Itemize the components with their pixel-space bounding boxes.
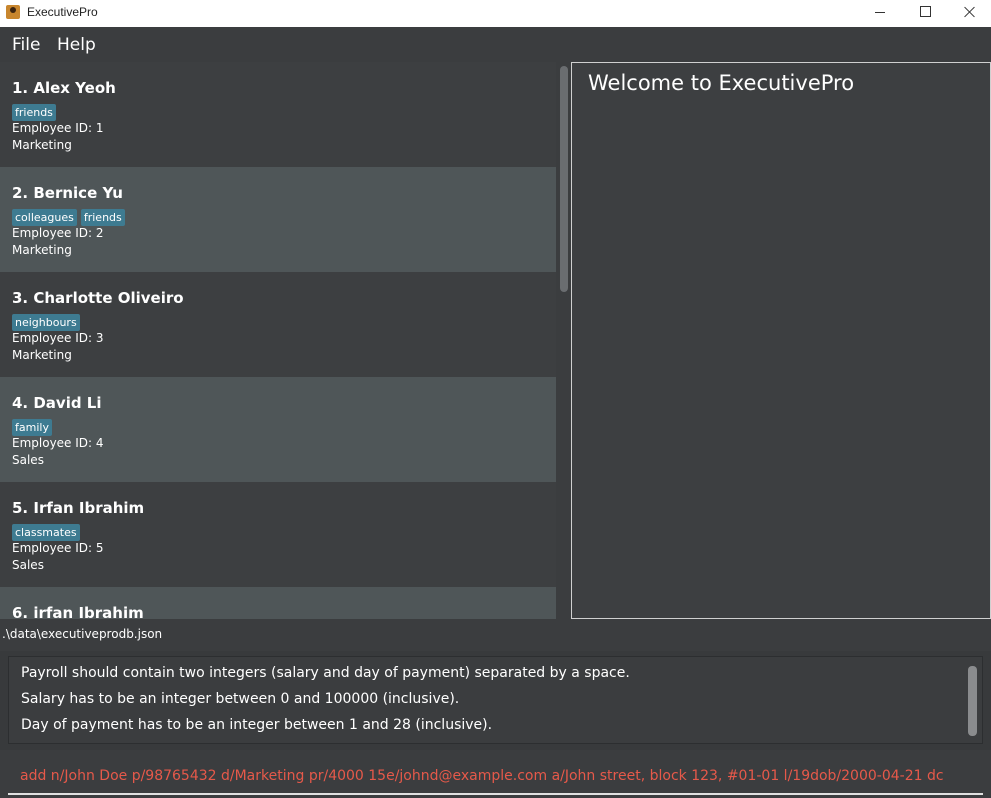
employee-id: Employee ID: 4 [12,436,104,450]
tag-list: family [12,416,56,436]
person-card[interactable]: 6. irfan Ibrahim [0,587,556,619]
person-list[interactable]: 1. Alex Yeoh friends Employee ID: 1 Mark… [0,62,556,619]
person-card[interactable]: 3. Charlotte Oliveiro neighbours Employe… [0,272,556,377]
list-scrollbar-thumb[interactable] [560,66,568,292]
person-name: 3. Charlotte Oliveiro [12,289,184,307]
tag-list: classmates [12,521,84,541]
department: Marketing [12,348,72,362]
welcome-message: Welcome to ExecutivePro [588,71,855,95]
employee-id: Employee ID: 1 [12,121,104,135]
detail-panel: Welcome to ExecutivePro [571,62,991,619]
person-name: 5. Irfan Ibrahim [12,499,145,517]
tag: friends [80,209,125,226]
result-line: Salary has to be an integer between 0 an… [21,691,460,707]
menu-file[interactable]: File [12,35,40,55]
department: Marketing [12,138,72,152]
command-text: add n/John Doe p/98765432 d/Marketing pr… [20,768,944,784]
result-scrollbar-thumb[interactable] [968,666,977,736]
department: Sales [12,558,44,572]
window-title: ExecutivePro [27,5,98,19]
person-name: 4. David Li [12,394,102,412]
tag-list: friends [12,101,60,121]
tag: friends [12,104,56,121]
close-button[interactable] [947,0,991,27]
person-card[interactable]: 4. David Li family Employee ID: 4 Sales [0,377,556,482]
result-line: Payroll should contain two integers (sal… [21,665,630,681]
maximize-button[interactable] [902,0,948,27]
status-bar: .\data\executiveprodb.json [0,619,991,651]
title-bar: ExecutivePro [0,0,991,27]
person-card[interactable]: 5. Irfan Ibrahim classmates Employee ID:… [0,482,556,587]
result-display[interactable]: Payroll should contain two integers (sal… [8,656,983,744]
tag: neighbours [12,314,80,331]
person-card[interactable]: 2. Bernice Yu colleagues friends Employee… [0,167,556,272]
minimize-button[interactable] [857,0,903,27]
app-icon [6,5,20,19]
command-bar: add n/John Doe p/98765432 d/Marketing pr… [0,750,991,798]
employee-id: Employee ID: 2 [12,226,104,240]
employee-id: Employee ID: 3 [12,331,104,345]
data-file-path: .\data\executiveprodb.json [2,627,163,641]
tag-list: neighbours [12,311,84,331]
result-line: Day of payment has to be an integer betw… [21,717,493,733]
tag: classmates [12,524,80,541]
tag-list: colleagues friends [12,206,129,226]
menu-help[interactable]: Help [57,35,96,55]
employee-id: Employee ID: 5 [12,541,104,555]
menu-bar: File Help [0,27,991,62]
tag: family [12,419,52,436]
person-name: 6. irfan Ibrahim [12,604,144,619]
command-input[interactable]: add n/John Doe p/98765432 d/Marketing pr… [8,752,983,795]
person-name: 2. Bernice Yu [12,184,123,202]
tag: colleagues [12,209,77,226]
person-card[interactable]: 1. Alex Yeoh friends Employee ID: 1 Mark… [0,62,556,167]
person-name: 1. Alex Yeoh [12,79,116,97]
department: Sales [12,453,44,467]
department: Marketing [12,243,72,257]
